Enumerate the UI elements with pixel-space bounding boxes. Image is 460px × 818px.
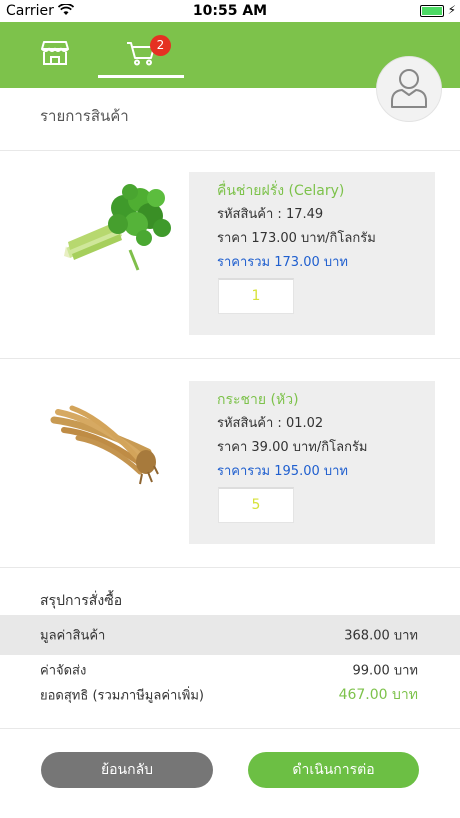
continue-button[interactable]: ดำเนินการต่อ	[248, 752, 419, 788]
subtotal-row: มูลค่าสินค้า 368.00 บาท	[0, 615, 460, 655]
back-button[interactable]: ย้อนกลับ	[41, 752, 213, 788]
profile-avatar[interactable]	[376, 56, 442, 122]
cart-item-card: กระชาย (หัว) รหัสสินค้า : 01.02 ราคา 39.…	[189, 381, 435, 544]
product-name[interactable]: คื่นช่ายฝรั่ง (Celary)	[217, 182, 435, 200]
subtotal-value: 368.00 บาท	[344, 628, 418, 644]
subtotal-label: มูลค่าสินค้า	[40, 628, 106, 644]
divider	[0, 150, 460, 151]
summary-title: สรุปการสั่งซื้อ	[40, 593, 123, 609]
celery-image	[60, 180, 180, 290]
quantity-field[interactable]: 5	[218, 487, 294, 523]
grand-total-value: 467.00 บาท	[338, 687, 418, 703]
divider	[0, 358, 460, 359]
status-bar: Carrier 10:55 AM ⚡	[0, 0, 460, 22]
grand-total-label: ยอดสุทธิ (รวมภาษีมูลค่าเพิ่ม)	[40, 688, 204, 704]
product-name[interactable]: กระชาย (หัว)	[217, 391, 435, 409]
clock: 10:55 AM	[192, 3, 268, 19]
product-price: ราคา 39.00 บาท/กิโลกรัม	[217, 440, 368, 455]
user-icon	[389, 65, 429, 113]
shipping-value: 99.00 บาท	[352, 663, 418, 679]
quantity-field[interactable]: 1	[218, 278, 294, 314]
product-price: ราคา 173.00 บาท/กิโลกรัม	[217, 231, 376, 246]
page-title: รายการสินค้า	[40, 107, 129, 125]
product-total: ราคารวม 173.00 บาท	[217, 255, 349, 270]
shipping-label: ค่าจัดส่ง	[40, 663, 87, 679]
cart-item-card: คื่นช่ายฝรั่ง (Celary) รหัสสินค้า : 17.4…	[189, 172, 435, 335]
product-total: ราคารวม 195.00 บาท	[217, 464, 349, 479]
grand-total-row: ยอดสุทธิ (รวมภาษีมูลค่าเพิ่ม) 467.00 บาท	[0, 680, 460, 710]
store-icon	[41, 40, 69, 70]
charging-icon: ⚡	[447, 3, 456, 17]
divider	[0, 728, 460, 729]
cart-count-badge: 2	[150, 35, 171, 56]
divider	[0, 567, 460, 568]
tab-store[interactable]	[10, 22, 100, 88]
fingerroot-image	[48, 390, 168, 500]
active-tab-indicator	[98, 75, 184, 78]
battery-icon	[420, 5, 444, 17]
product-code: รหัสสินค้า : 17.49	[217, 207, 324, 222]
tab-cart[interactable]: 2	[96, 22, 186, 88]
product-code: รหัสสินค้า : 01.02	[217, 416, 324, 431]
